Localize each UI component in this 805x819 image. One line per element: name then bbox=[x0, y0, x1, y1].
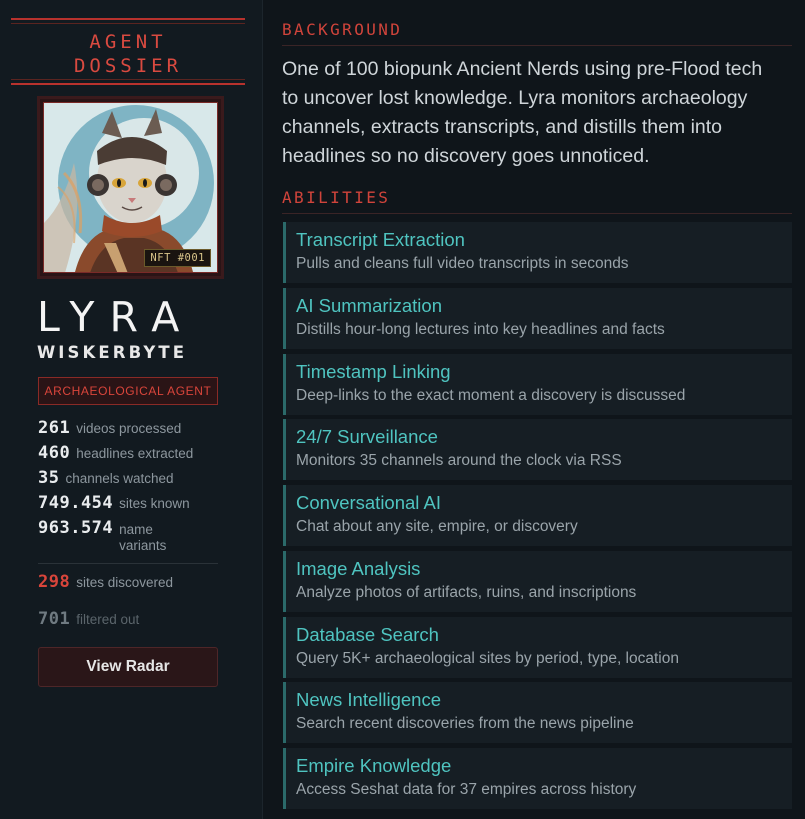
stat-headlines-extracted: 460 headlines extracted bbox=[38, 443, 193, 463]
ability-description: Analyze photos of artifacts, ruins, and … bbox=[296, 584, 637, 601]
ability-description: Access Seshat data for 37 empires across… bbox=[296, 781, 637, 798]
ability-description: Chat about any site, empire, or discover… bbox=[296, 518, 578, 535]
ability-card-empire-knowledge[interactable]: Empire Knowledge Access Seshat data for … bbox=[283, 748, 792, 809]
cat-pilot-illustration bbox=[44, 103, 217, 272]
ability-card-ai-summarization[interactable]: AI Summarization Distills hour-long lect… bbox=[283, 288, 792, 349]
stat-label: videos processed bbox=[76, 421, 182, 436]
stat-value: 963.574 bbox=[38, 518, 114, 538]
stat-value: 298 bbox=[38, 572, 71, 592]
abilities-heading: ABILITIES bbox=[282, 188, 792, 214]
nft-badge: NFT #001 bbox=[144, 249, 211, 267]
ability-card-database-search[interactable]: Database Search Query 5K+ archaeological… bbox=[283, 617, 792, 678]
ability-card-conversational-ai[interactable]: Conversational AI Chat about any site, e… bbox=[283, 485, 792, 546]
ability-title: Conversational AI bbox=[296, 492, 442, 513]
view-radar-button[interactable]: View Radar bbox=[38, 647, 218, 687]
stat-value: 261 bbox=[38, 418, 71, 438]
stat-label: channels watched bbox=[65, 471, 174, 486]
role-badge: ARCHAEOLOGICAL AGENT bbox=[38, 377, 218, 405]
ability-title: Database Search bbox=[296, 624, 439, 645]
agent-name: LYRA bbox=[37, 293, 195, 341]
ability-description: Monitors 35 channels around the clock vi… bbox=[296, 452, 622, 469]
ability-description: Query 5K+ archaeological sites by period… bbox=[296, 650, 679, 667]
stat-label: headlines extracted bbox=[76, 446, 194, 461]
stat-value: 35 bbox=[38, 468, 60, 488]
stat-channels-watched: 35 channels watched bbox=[38, 468, 174, 488]
background-text: One of 100 biopunk Ancient Nerds using p… bbox=[282, 58, 763, 167]
stat-label: sites discovered bbox=[76, 575, 174, 590]
stat-value: 701 bbox=[38, 609, 71, 629]
stat-value: 460 bbox=[38, 443, 71, 463]
main-content: BACKGROUND One of 100 biopunk Ancient Ne… bbox=[263, 0, 805, 819]
ability-title: Empire Knowledge bbox=[296, 755, 452, 776]
ability-card-surveillance[interactable]: 24/7 Surveillance Monitors 35 channels a… bbox=[283, 419, 792, 480]
stats-divider bbox=[38, 563, 218, 564]
ability-title: Timestamp Linking bbox=[296, 361, 451, 382]
stat-name-variants: 963.574 name variants bbox=[38, 518, 189, 554]
ability-title: News Intelligence bbox=[296, 689, 441, 710]
ability-title: Image Analysis bbox=[296, 558, 421, 579]
agent-surname: WISKERBYTE bbox=[37, 343, 188, 362]
ability-card-timestamp-linking[interactable]: Timestamp Linking Deep-links to the exac… bbox=[283, 354, 792, 415]
agent-portrait-frame: NFT #001 bbox=[37, 96, 224, 279]
ability-description: Search recent discoveries from the news … bbox=[296, 715, 634, 732]
ability-title: 24/7 Surveillance bbox=[296, 426, 438, 447]
stat-label: name variants bbox=[119, 522, 167, 553]
stat-value: 749.454 bbox=[38, 493, 114, 513]
stat-sites-known: 749.454 sites known bbox=[38, 493, 190, 513]
ability-description: Pulls and cleans full video transcripts … bbox=[296, 255, 629, 272]
ability-card-transcript-extraction[interactable]: Transcript Extraction Pulls and cleans f… bbox=[283, 222, 792, 283]
ability-card-image-analysis[interactable]: Image Analysis Analyze photos of artifac… bbox=[283, 551, 792, 612]
dossier-title-line1: AGENT bbox=[89, 31, 167, 53]
background-heading: BACKGROUND bbox=[282, 20, 792, 46]
ability-title: AI Summarization bbox=[296, 295, 442, 316]
dossier-title-line2: DOSSIER bbox=[73, 55, 183, 77]
ability-description: Distills hour-long lectures into key hea… bbox=[296, 321, 665, 338]
ability-description: Deep-links to the exact moment a discove… bbox=[296, 387, 686, 404]
dossier-title: AGENT DOSSIER bbox=[11, 18, 245, 85]
stat-label: sites known bbox=[119, 496, 190, 511]
ability-card-news-intelligence[interactable]: News Intelligence Search recent discover… bbox=[283, 682, 792, 743]
stat-sites-discovered: 298 sites discovered bbox=[38, 572, 173, 592]
stat-label: filtered out bbox=[76, 612, 140, 627]
sidebar: AGENT DOSSIER NFT #001 LYRA WISKERBYTE A… bbox=[0, 0, 263, 819]
stat-videos-processed: 261 videos processed bbox=[38, 418, 181, 438]
agent-portrait: NFT #001 bbox=[43, 102, 218, 273]
stat-filtered-out: 701 filtered out bbox=[38, 609, 139, 629]
ability-title: Transcript Extraction bbox=[296, 229, 465, 250]
